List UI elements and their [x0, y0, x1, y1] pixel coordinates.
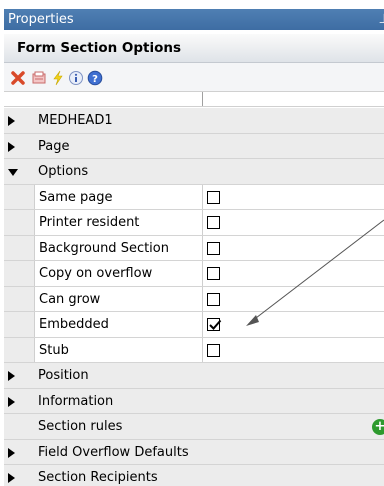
expand-arrow-icon[interactable] [8, 371, 15, 381]
background-section-checkbox[interactable] [207, 241, 220, 255]
column-header [4, 91, 384, 107]
title-bar: Properties ⊥ [4, 9, 384, 30]
property-label: Copy on overflow [39, 266, 153, 281]
property-same-page[interactable]: Same page [4, 184, 384, 210]
window-title: Properties [8, 12, 74, 27]
property-label: Embedded [39, 317, 109, 332]
category-field-overflow-defaults[interactable]: Field Overflow Defaults [4, 439, 384, 465]
pin-icon[interactable]: ⊥ [379, 9, 384, 30]
toolbar: ? [4, 63, 384, 91]
category-label: Field Overflow Defaults [38, 444, 189, 460]
property-background-section[interactable]: Background Section [4, 235, 384, 261]
expand-arrow-icon[interactable] [8, 396, 15, 407]
stub-checkbox[interactable] [207, 343, 220, 357]
section-header: Form Section Options [4, 34, 384, 63]
property-printer-resident[interactable]: Printer resident [4, 210, 384, 236]
property-label: Same page [39, 189, 113, 205]
help-icon[interactable]: ? [87, 70, 103, 86]
embedded-checkbox[interactable] [207, 318, 222, 331]
category-section-recipients[interactable]: Section Recipients [4, 465, 384, 486]
category-label: Section rules [38, 419, 123, 434]
property-stub[interactable]: Stub [4, 337, 384, 363]
add-rule-icon[interactable]: + [372, 419, 384, 435]
property-embedded[interactable]: Embedded [4, 312, 384, 338]
category-label: Information [38, 393, 114, 409]
copy-on-overflow-checkbox[interactable] [207, 267, 220, 280]
category-medhead1[interactable]: MEDHEAD1 [4, 108, 384, 134]
section-title: Form Section Options [17, 40, 182, 56]
collapse-arrow-icon[interactable] [8, 169, 18, 176]
printer-resident-checkbox[interactable] [207, 216, 220, 229]
property-label: Can grow [39, 291, 101, 307]
category-label: MEDHEAD1 [38, 113, 113, 128]
checkmark-icon [209, 319, 222, 330]
property-copy-on-overflow[interactable]: Copy on overflow [4, 261, 384, 287]
info-icon[interactable] [68, 70, 84, 86]
same-page-checkbox[interactable] [207, 190, 220, 204]
property-can-grow[interactable]: Can grow [4, 286, 384, 312]
can-grow-checkbox[interactable] [207, 292, 220, 306]
category-section-rules[interactable]: Section rules + [4, 414, 384, 440]
category-label: Options [38, 164, 89, 179]
expand-arrow-icon[interactable] [8, 473, 15, 483]
expand-arrow-icon[interactable] [8, 116, 15, 126]
property-label: Background Section [39, 240, 169, 256]
delete-icon[interactable] [10, 70, 26, 86]
properties-panel: Properties ⊥ Form Section Options ? [0, 0, 384, 486]
expand-arrow-icon[interactable] [8, 447, 15, 458]
category-label: Page [38, 138, 70, 154]
print-preview-icon[interactable] [31, 70, 47, 86]
category-information[interactable]: Information [4, 388, 384, 414]
lightning-icon[interactable] [50, 70, 66, 86]
expand-arrow-icon[interactable] [8, 141, 15, 152]
column-divider[interactable] [202, 92, 203, 106]
category-options[interactable]: Options [4, 159, 384, 185]
category-label: Section Recipients [38, 470, 158, 485]
category-label: Position [38, 368, 89, 383]
category-position[interactable]: Position [4, 363, 384, 389]
property-grid: MEDHEAD1 Page Options Same page Printer … [4, 108, 384, 486]
property-label: Stub [39, 342, 69, 358]
category-page[interactable]: Page [4, 133, 384, 159]
svg-text:?: ? [92, 74, 98, 85]
property-label: Printer resident [39, 215, 140, 230]
